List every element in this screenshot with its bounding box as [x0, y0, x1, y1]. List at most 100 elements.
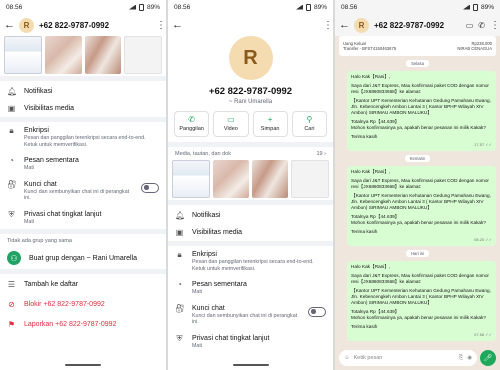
item-sub: Kunci dan sembunyikan chat ini di perang… — [192, 312, 298, 326]
media-thumbnail[interactable] — [252, 160, 288, 198]
create-group-item[interactable]: ⚇ Buat grup dengan ~ Rani Umarella — [0, 247, 166, 269]
msg-line: 【Kantor UPT Kementerian Kehutanan Gedung… — [351, 193, 491, 210]
chat-title[interactable]: +62 822-9787-0992 — [374, 21, 461, 30]
more-options-icon[interactable]: ⋮ — [156, 20, 166, 31]
item-label: Privasi chat tingkat lanjut — [192, 334, 270, 342]
media-thumbnail[interactable] — [45, 36, 82, 74]
date-separator: Kemarin — [404, 155, 431, 162]
msg-line: Mohon konfirmasinya ya, apakah benar pes… — [351, 125, 486, 130]
item-sub: Mati — [192, 289, 203, 295]
add-contact-icon: + — [267, 115, 273, 124]
attach-icon[interactable]: ⎘ — [459, 355, 463, 362]
signal-icon — [128, 4, 136, 10]
message-input[interactable]: ☺ Ketik pesan ⎘ ◉ — [339, 350, 477, 366]
composer: ☺ Ketik pesan ⎘ ◉ 🎤︎ — [339, 350, 496, 366]
item-sub: Kunci dan sembunyikan chat ini di perang… — [24, 188, 130, 202]
profile-avatar[interactable]: R — [228, 36, 273, 80]
avatar[interactable]: R — [19, 17, 34, 33]
back-arrow-icon[interactable]: ← — [4, 19, 15, 31]
back-arrow-icon[interactable]: ← — [339, 19, 350, 31]
block-item[interactable]: ⊘ Blokir +62 822-9787-0992 — [0, 293, 166, 313]
signal-icon — [462, 4, 470, 10]
block-icon: ⊘ — [8, 300, 15, 309]
item-sub: Mati — [192, 342, 203, 349]
message-bubble[interactable]: Halo Kak【Rani】, Saya dari J&T Express, M… — [347, 166, 496, 246]
action-label: Video — [223, 126, 238, 132]
item-label: Enkripsi — [192, 251, 217, 258]
message-time: 17.57 ✓✓ — [474, 142, 492, 147]
mic-button[interactable]: 🎤︎ — [480, 350, 496, 366]
action-label: Cari — [304, 126, 315, 132]
battery-icon — [305, 3, 311, 11]
item-label: Kunci chat — [24, 180, 57, 188]
msg-line: Saya dari J&T Express, Mau konfirmasi pa… — [351, 273, 489, 284]
disappearing-messages-item[interactable]: ◔ Pesan sementara Mati — [168, 276, 333, 300]
media-thumbnail[interactable] — [291, 160, 329, 198]
receipt-sub: Transfer - BFST4150463675 — [343, 46, 397, 51]
message-time: 07.56 ✓✓ — [474, 332, 492, 337]
report-item[interactable]: ⚑ Laporkan +62 822-9787-0992 — [0, 313, 166, 333]
advanced-privacy-item[interactable]: ⛨ Privasi chat tingkat lanjut Mati — [0, 206, 166, 230]
back-arrow-icon[interactable]: ← — [172, 19, 183, 31]
signal-icon — [295, 4, 303, 10]
msg-line: Terima kasih — [351, 134, 378, 139]
chat-lock-item[interactable]: 🔐︎ Kunci chat Kunci dan sembunyikan chat… — [0, 176, 166, 206]
more-options-icon[interactable]: ⋮ — [323, 20, 333, 31]
phone-icon[interactable]: ✆ — [478, 21, 485, 30]
media-thumbnail[interactable] — [213, 160, 249, 198]
item-sub: Pesan dan panggilan terenkripsi secara e… — [24, 135, 146, 148]
top-bar: ← ⋮ — [168, 14, 333, 36]
add-to-list-item[interactable]: ☰ Tambah ke daftar — [0, 274, 166, 293]
more-options-icon[interactable]: ⋮ — [490, 20, 500, 31]
media-count: 19 — [316, 151, 323, 157]
media-thumbnail[interactable] — [123, 36, 162, 74]
encryption-item[interactable]: 🔒︎ Enkripsi Pesan dan panggilan terenkri… — [0, 122, 166, 152]
groups-in-common-header: Tidak ada grup yang sama — [7, 238, 72, 244]
video-button[interactable]: ▭ Video — [213, 111, 249, 137]
chat-lock-icon: 🔐︎ — [7, 179, 18, 189]
msg-line: 【Kantor UPT Kementerian Kehutanan Gedung… — [351, 288, 491, 305]
media-thumbnail[interactable] — [84, 36, 121, 74]
msg-line: Mohon konfirmasinya ya, apakah benar pes… — [351, 315, 486, 320]
encryption-item[interactable]: 🔒︎ Enkripsi Pesan dan panggilan terenkri… — [168, 246, 333, 276]
media-thumbnail[interactable] — [4, 36, 43, 74]
item-label: Tambah ke daftar — [24, 281, 79, 288]
chat-lock-toggle[interactable] — [141, 182, 159, 193]
bell-icon: 🔔︎ — [7, 87, 18, 96]
avatar[interactable]: R — [354, 17, 369, 33]
search-button[interactable]: ⚲ Cari — [291, 111, 327, 137]
video-call-icon[interactable]: ▭ — [466, 21, 474, 30]
message-list[interactable]: Uang Keluar Transfer - BFST4150463675 Rp2… — [335, 36, 500, 348]
item-label: Blokir +62 822-9787-0992 — [24, 301, 105, 308]
media-visibility-item[interactable]: ▣ Visibilitas media — [0, 100, 166, 117]
item-label: Pesan sementara — [192, 281, 247, 288]
transfer-receipt-image[interactable]: Uang Keluar Transfer - BFST4150463675 Rp2… — [339, 36, 496, 56]
item-sub: Pesan dan panggilan terenkripsi secara e… — [192, 259, 314, 272]
media-visibility-item[interactable]: ▣ Visibilitas media — [168, 224, 333, 241]
advanced-privacy-item[interactable]: ⛨ Privasi chat tingkat lanjut Mati — [168, 330, 333, 354]
video-icon: ▭ — [227, 115, 235, 124]
item-label: Notifikasi — [192, 212, 221, 219]
date-separator: Selasa — [406, 60, 429, 67]
media-header[interactable]: Media, tautan, dan dok 19 › — [168, 147, 333, 160]
msg-line: Halo Kak【Rani】, — [351, 169, 391, 174]
message-bubble[interactable]: Halo Kak【Rani】, Saya dari J&T Express, M… — [347, 261, 496, 341]
msg-line: Saya dari J&T Express, Mau konfirmasi pa… — [351, 83, 489, 94]
disappearing-messages-item[interactable]: ◔ Pesan sementara Mati — [0, 152, 166, 176]
emoji-icon[interactable]: ☺ — [344, 355, 350, 361]
chat-lock-toggle[interactable] — [308, 306, 326, 317]
notifications-item[interactable]: 🔔︎ Notifikasi — [168, 205, 333, 224]
top-bar: ← R +62 822-9787-0992 ▭ ✆ ⋮ — [335, 14, 500, 36]
battery-level: 89% — [313, 3, 327, 11]
status-time: 08.56 — [6, 3, 23, 11]
bell-icon: 🔔︎ — [175, 211, 186, 220]
save-button[interactable]: + Simpan — [252, 111, 288, 137]
shield-icon: ⛨ — [8, 209, 15, 219]
battery-level: 89% — [480, 3, 494, 11]
chat-lock-item[interactable]: 🔐︎ Kunci chat Kunci dan sembunyikan chat… — [168, 300, 333, 330]
call-button[interactable]: ✆ Panggilan — [174, 111, 210, 137]
media-thumbnail[interactable] — [172, 160, 210, 198]
camera-icon[interactable]: ◉ — [467, 355, 472, 361]
notifications-item[interactable]: 🔔︎ Notifikasi — [0, 81, 166, 100]
message-bubble[interactable]: Halo Kak【Rani】, Saya dari J&T Express, M… — [347, 71, 496, 151]
